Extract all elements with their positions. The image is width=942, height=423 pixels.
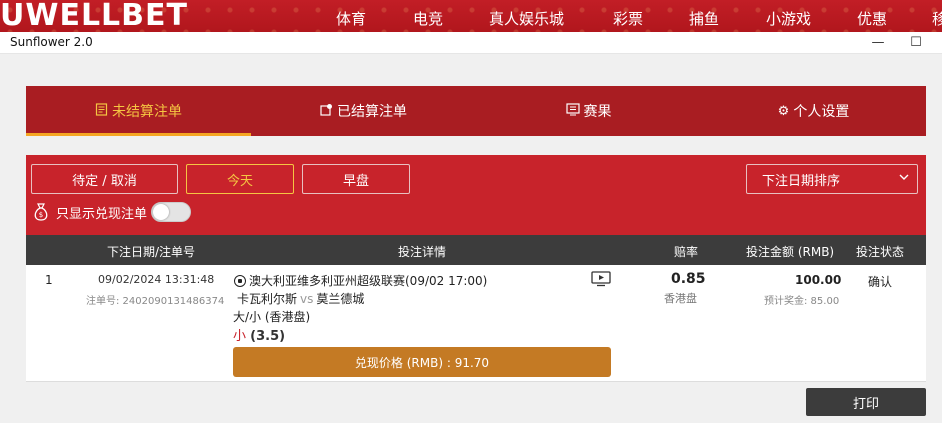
selection-line: (3.5) — [250, 329, 286, 344]
cashout-button[interactable]: 兑现价格 (RMB) : 91.70 — [233, 347, 611, 377]
filter-panel: 待定 / 取消 今天 早盘 下注日期排序 $ 只显示兑现注单 — [26, 155, 926, 235]
selection-name: 小 — [233, 329, 247, 344]
maximize-button[interactable]: ☐ — [906, 34, 926, 52]
league-name: 澳大利亚维多利亚州超级联赛(09/02 17:00) — [249, 274, 488, 288]
sort-select-value: 下注日期排序 — [762, 173, 841, 189]
toggle-knob — [153, 204, 170, 220]
tab-unsettled-label: 未结算注单 — [112, 104, 182, 120]
nav-more[interactable]: 移 — [932, 8, 942, 29]
nav-mini-games[interactable]: 小游戏 — [766, 8, 811, 29]
soccer-ball-icon — [234, 274, 246, 287]
tab-results[interactable]: 赛果 — [476, 86, 701, 136]
tab-settings[interactable]: ⚙ 个人设置 — [701, 86, 926, 136]
chevron-down-icon — [899, 171, 909, 185]
nav-fishing[interactable]: 捕鱼 — [689, 8, 719, 29]
bet-status: 确认 — [868, 275, 893, 289]
gear-icon: ⚙ — [777, 103, 790, 119]
nav-lottery[interactable]: 彩票 — [613, 8, 643, 29]
filter-pending-cancel-button[interactable]: 待定 / 取消 — [31, 164, 178, 194]
document-icon — [95, 102, 108, 120]
bet-league: 澳大利亚维多利亚州超级联赛(09/02 17:00) — [234, 272, 487, 289]
nav-promotions[interactable]: 优惠 — [857, 8, 887, 29]
bet-market: 大/小 (香港盘) — [233, 310, 311, 324]
bets-table-header: 下注日期/注单号 投注详情 赔率 投注金额 (RMB) 投注状态 — [26, 235, 926, 265]
bet-date: 09/02/2024 13:31:48 — [98, 273, 215, 286]
bet-order-number: 注单号: 2402090131486374 — [86, 296, 225, 307]
minimize-button[interactable]: — — [868, 34, 888, 52]
filter-today-button[interactable]: 今天 — [186, 164, 294, 194]
print-button[interactable]: 打印 — [806, 388, 926, 416]
settled-icon — [320, 103, 333, 120]
nav-sports[interactable]: 体育 — [336, 8, 366, 29]
svg-text:$: $ — [39, 211, 43, 219]
cashout-only-toggle[interactable] — [151, 202, 192, 222]
home-team: 卡瓦利尔斯 — [237, 292, 298, 306]
sort-select[interactable]: 下注日期排序 — [746, 164, 918, 194]
window-title: Sunflower 2.0 — [10, 35, 93, 49]
header-bet-details: 投注详情 — [398, 245, 447, 259]
scoreboard-icon — [565, 102, 580, 120]
header-date-order: 下注日期/注单号 — [107, 245, 196, 259]
potential-payout: 预计奖金: 85.00 — [764, 296, 840, 307]
tab-unsettled[interactable]: 未结算注单 — [26, 86, 251, 136]
money-bag-icon: $ — [32, 202, 50, 222]
header-status: 投注状态 — [856, 245, 905, 259]
tab-settled[interactable]: 已结算注单 — [251, 86, 476, 136]
tab-results-label: 赛果 — [583, 104, 612, 120]
nav-esports[interactable]: 电竞 — [413, 8, 443, 29]
table-row: 1 09/02/2024 13:31:48 注单号: 2402090131486… — [26, 265, 926, 382]
cashout-only-label: 只显示兑现注单 — [56, 206, 148, 222]
tab-settings-label: 个人设置 — [793, 104, 850, 120]
live-stream-icon[interactable] — [591, 271, 611, 287]
header-odds: 赔率 — [674, 245, 699, 259]
header-stake: 投注金额 (RMB) — [746, 245, 835, 259]
site-logo[interactable]: UWELLBET — [0, 0, 188, 33]
bet-odds: 0.85 — [671, 271, 706, 287]
filter-early-button[interactable]: 早盘 — [302, 164, 410, 194]
cashout-only-filter: $ 只显示兑现注单 — [32, 202, 192, 222]
bet-teams: 卡瓦利尔斯 vs 莫兰德城 — [237, 290, 364, 307]
bet-tabs: 未结算注单 已结算注单 赛果 ⚙ 个人设置 — [26, 86, 926, 136]
away-team: 莫兰德城 — [316, 292, 365, 306]
site-banner: UWELLBET 体育 电竞 真人娱乐城 彩票 捕鱼 小游戏 优惠 移 — [0, 0, 942, 34]
bet-stake: 100.00 — [795, 273, 842, 287]
window-titlebar: Sunflower 2.0 — ☐ — [0, 32, 942, 54]
row-index: 1 — [45, 273, 53, 287]
tab-settled-label: 已结算注单 — [337, 104, 407, 120]
bet-selection: 小 (3.5) — [233, 325, 285, 344]
vs-label: vs — [300, 292, 314, 306]
nav-live-casino[interactable]: 真人娱乐城 — [489, 8, 564, 29]
odds-format: 香港盘 — [664, 292, 697, 305]
